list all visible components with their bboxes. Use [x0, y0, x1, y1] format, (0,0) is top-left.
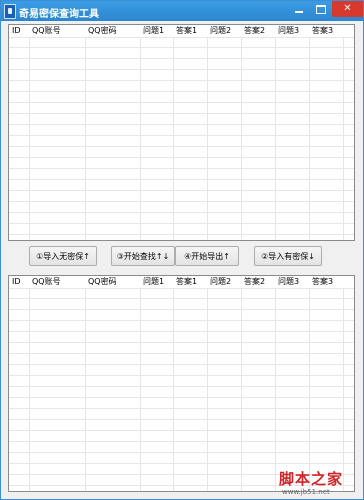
column-header-answer1[interactable]: 答案1	[173, 276, 207, 288]
column-header-question1[interactable]: 问题1	[140, 276, 173, 288]
column-header-qq-account[interactable]: QQ账号	[29, 276, 85, 288]
maximize-icon	[316, 4, 326, 14]
app-icon	[4, 4, 16, 19]
watermark-url: www.jb51.net	[282, 488, 330, 496]
column-header-question3[interactable]: 问题3	[275, 276, 309, 288]
column-header-qq-password[interactable]: QQ密码	[85, 25, 140, 37]
column-header-id[interactable]: ID	[9, 25, 29, 37]
column-header-question1[interactable]: 问题1	[140, 25, 173, 37]
minimize-button[interactable]	[288, 1, 310, 17]
import-no-protect-button[interactable]: ①导入无密保↑	[29, 246, 97, 266]
with-protect-table[interactable]: ID QQ账号 QQ密码 问题1 答案1 问题2 答案2 问题3 答案3	[8, 275, 355, 492]
column-header-question2[interactable]: 问题2	[207, 276, 241, 288]
column-header-id[interactable]: ID	[9, 276, 29, 288]
table-header: ID QQ账号 QQ密码 问题1 答案1 问题2 答案2 问题3 答案3	[9, 276, 354, 289]
window-title: 奇易密保查询工具	[19, 9, 99, 20]
close-icon: ✕	[343, 3, 352, 14]
minimize-icon	[295, 10, 303, 13]
column-header-qq-password[interactable]: QQ密码	[85, 276, 140, 288]
start-export-button[interactable]: ④开始导出↑	[175, 246, 239, 266]
app-window: 奇易密保查询工具 ✕ ID QQ账号 QQ密码 问题1 答案1 问题2 答案2 …	[0, 0, 364, 500]
maximize-button[interactable]	[310, 1, 332, 17]
column-header-answer3[interactable]: 答案3	[309, 25, 343, 37]
watermark-logo: 脚本之家	[279, 470, 344, 488]
column-header-answer1[interactable]: 答案1	[173, 25, 207, 37]
column-header-qq-account[interactable]: QQ账号	[29, 25, 85, 37]
watermark: 脚本之家 www.jb51.net	[279, 468, 361, 498]
column-header-question3[interactable]: 问题3	[275, 25, 309, 37]
no-protect-table[interactable]: ID QQ账号 QQ密码 问题1 答案1 问题2 答案2 问题3 答案3	[8, 24, 355, 241]
column-header-answer2[interactable]: 答案2	[241, 276, 275, 288]
start-query-button[interactable]: ③开始查找↑↓	[111, 246, 175, 266]
table-header: ID QQ账号 QQ密码 问题1 答案1 问题2 答案2 问题3 答案3	[9, 25, 354, 38]
column-lines	[9, 276, 354, 491]
close-button[interactable]: ✕	[332, 1, 363, 17]
column-header-question2[interactable]: 问题2	[207, 25, 241, 37]
column-header-answer3[interactable]: 答案3	[309, 276, 343, 288]
title-bar[interactable]: 奇易密保查询工具 ✕	[1, 1, 363, 21]
column-header-answer2[interactable]: 答案2	[241, 25, 275, 37]
column-lines	[9, 25, 354, 240]
import-with-protect-button[interactable]: ②导入有密保↓	[254, 246, 322, 266]
